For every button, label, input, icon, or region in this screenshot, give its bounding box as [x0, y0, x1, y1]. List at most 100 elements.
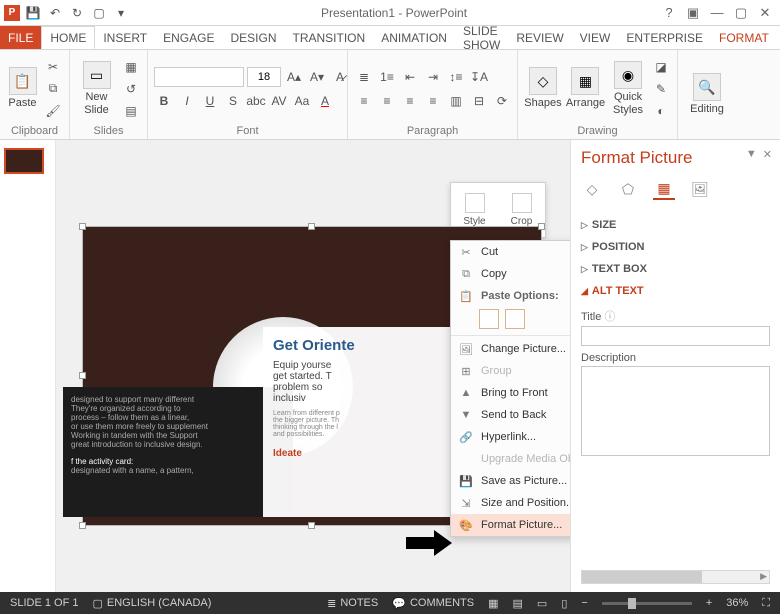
text-direction-icon[interactable]: ↧A: [469, 67, 489, 87]
view-reading-icon[interactable]: ▭: [537, 597, 547, 610]
tab-review[interactable]: REVIEW: [508, 26, 571, 49]
zoom-out-icon[interactable]: −: [581, 597, 587, 609]
tab-file[interactable]: FILE: [0, 26, 41, 49]
restore-icon[interactable]: ▢: [730, 3, 752, 23]
shapes-button[interactable]: ◇Shapes: [524, 67, 562, 109]
ctx-hyperlink[interactable]: 🔗Hyperlink...: [451, 426, 570, 448]
align-left-icon[interactable]: ≡: [354, 91, 374, 111]
format-painter-icon[interactable]: 🖌: [43, 101, 63, 121]
ctx-change-picture[interactable]: 🖼Change Picture...: [451, 338, 570, 360]
alttext-title-input[interactable]: [581, 326, 770, 346]
decrease-indent-icon[interactable]: ⇤: [400, 67, 420, 87]
shadow-icon[interactable]: abc: [246, 91, 266, 111]
tab-home[interactable]: HOME: [41, 26, 95, 49]
font-color-icon[interactable]: A: [315, 91, 335, 111]
shape-outline-icon[interactable]: ✎: [651, 79, 671, 99]
ctx-save-as-picture[interactable]: 💾Save as Picture...: [451, 470, 570, 492]
ctx-cut[interactable]: ✂Cut: [451, 241, 570, 263]
tab-format[interactable]: FORMAT: [711, 26, 777, 49]
editing-button[interactable]: 🔍Editing: [684, 73, 730, 115]
resize-handle-ne[interactable]: [538, 223, 545, 230]
redo-icon[interactable]: ↻: [68, 4, 86, 22]
size-properties-icon[interactable]: ▦: [653, 178, 675, 200]
pane-menu-icon[interactable]: ▼: [746, 148, 757, 161]
align-text-icon[interactable]: ⊟: [469, 91, 489, 111]
ctx-copy[interactable]: ⧉Copy: [451, 263, 570, 285]
reset-icon[interactable]: ↺: [121, 79, 141, 99]
bold-icon[interactable]: B: [154, 91, 174, 111]
italic-icon[interactable]: I: [177, 91, 197, 111]
fill-line-icon[interactable]: ◇: [581, 178, 603, 200]
smartart-icon[interactable]: ⟳: [492, 91, 512, 111]
justify-icon[interactable]: ≡: [423, 91, 443, 111]
strike-icon[interactable]: S: [223, 91, 243, 111]
resize-handle-sw[interactable]: [79, 522, 86, 529]
tab-design[interactable]: DESIGN: [223, 26, 285, 49]
view-slideshow-icon[interactable]: ▯: [561, 597, 567, 610]
paste-button[interactable]: 📋 Paste: [6, 67, 39, 109]
close-icon[interactable]: ✕: [754, 3, 776, 23]
quick-styles-button[interactable]: ◉Quick Styles: [609, 61, 647, 115]
save-icon[interactable]: 💾: [24, 4, 42, 22]
bullets-icon[interactable]: ≣: [354, 67, 374, 87]
tab-slideshow[interactable]: SLIDE SHOW: [455, 26, 508, 49]
resize-handle-s[interactable]: [308, 522, 315, 529]
underline-icon[interactable]: U: [200, 91, 220, 111]
view-sorter-icon[interactable]: ▤: [513, 597, 523, 610]
pane-horizontal-scrollbar[interactable]: ◀ ▶: [581, 570, 770, 584]
undo-icon[interactable]: ↶: [46, 4, 64, 22]
ctx-size-position[interactable]: ⇲Size and Position...: [451, 492, 570, 514]
paste-option-1[interactable]: [479, 309, 499, 329]
ctx-bring-front[interactable]: ▲Bring to Front▶: [451, 382, 570, 404]
info-icon[interactable]: ⓘ: [604, 311, 615, 323]
tab-insert[interactable]: INSERT: [95, 26, 155, 49]
shape-fill-icon[interactable]: ◪: [651, 57, 671, 77]
layout-icon[interactable]: ▦: [121, 57, 141, 77]
alttext-desc-input[interactable]: [581, 366, 770, 456]
zoom-handle[interactable]: [628, 598, 636, 609]
section-icon[interactable]: ▤: [121, 101, 141, 121]
font-family-select[interactable]: [154, 67, 244, 87]
minimize-icon[interactable]: —: [706, 3, 728, 23]
effects-icon[interactable]: ⬠: [617, 178, 639, 200]
new-slide-button[interactable]: ▭ New Slide: [76, 61, 117, 115]
ctx-format-picture[interactable]: 🎨Format Picture...: [451, 514, 570, 536]
increase-font-icon[interactable]: A▴: [284, 67, 304, 87]
tab-enterprise[interactable]: ENTERPRISE: [618, 26, 711, 49]
cut-icon[interactable]: ✂: [43, 57, 63, 77]
start-show-icon[interactable]: ▢: [90, 4, 108, 22]
scroll-right-icon[interactable]: ▶: [760, 571, 767, 582]
shape-effects-icon[interactable]: ◐: [651, 101, 671, 121]
help-icon[interactable]: ?: [658, 3, 680, 23]
case-icon[interactable]: Aa: [292, 91, 312, 111]
copy-icon[interactable]: ⧉: [43, 79, 63, 99]
comments-button[interactable]: 💬COMMENTS: [392, 597, 474, 610]
decrease-font-icon[interactable]: A▾: [307, 67, 327, 87]
slide-indicator[interactable]: SLIDE 1 OF 1: [10, 597, 78, 609]
resize-handle-w[interactable]: [79, 372, 86, 379]
zoom-in-icon[interactable]: +: [706, 597, 712, 609]
align-center-icon[interactable]: ≡: [377, 91, 397, 111]
ctx-send-back[interactable]: ▼Send to Back▶: [451, 404, 570, 426]
section-position[interactable]: ▷POSITION: [581, 236, 770, 258]
increase-indent-icon[interactable]: ⇥: [423, 67, 443, 87]
columns-icon[interactable]: ▥: [446, 91, 466, 111]
tab-transition[interactable]: TRANSITION: [285, 26, 374, 49]
tab-animation[interactable]: ANIMATION: [373, 26, 455, 49]
section-textbox[interactable]: ▷TEXT BOX: [581, 258, 770, 280]
scrollbar-thumb[interactable]: [582, 571, 702, 583]
resize-handle-nw[interactable]: [79, 223, 86, 230]
clear-formatting-icon[interactable]: A̷: [330, 67, 350, 87]
font-size-select[interactable]: [247, 67, 281, 87]
section-alttext[interactable]: ◢ALT TEXT: [581, 280, 770, 302]
line-spacing-icon[interactable]: ↕≡: [446, 67, 466, 87]
notes-button[interactable]: ≣NOTES: [327, 597, 378, 610]
slide-thumbnail-1[interactable]: [4, 148, 44, 174]
paste-option-2[interactable]: [505, 309, 525, 329]
resize-handle-n[interactable]: [308, 223, 315, 230]
picture-icon[interactable]: 🖼: [689, 178, 711, 200]
tab-view[interactable]: VIEW: [572, 26, 619, 49]
tab-engage[interactable]: ENGAGE: [155, 26, 222, 49]
zoom-level[interactable]: 36%: [726, 597, 748, 609]
numbering-icon[interactable]: 1≡: [377, 67, 397, 87]
